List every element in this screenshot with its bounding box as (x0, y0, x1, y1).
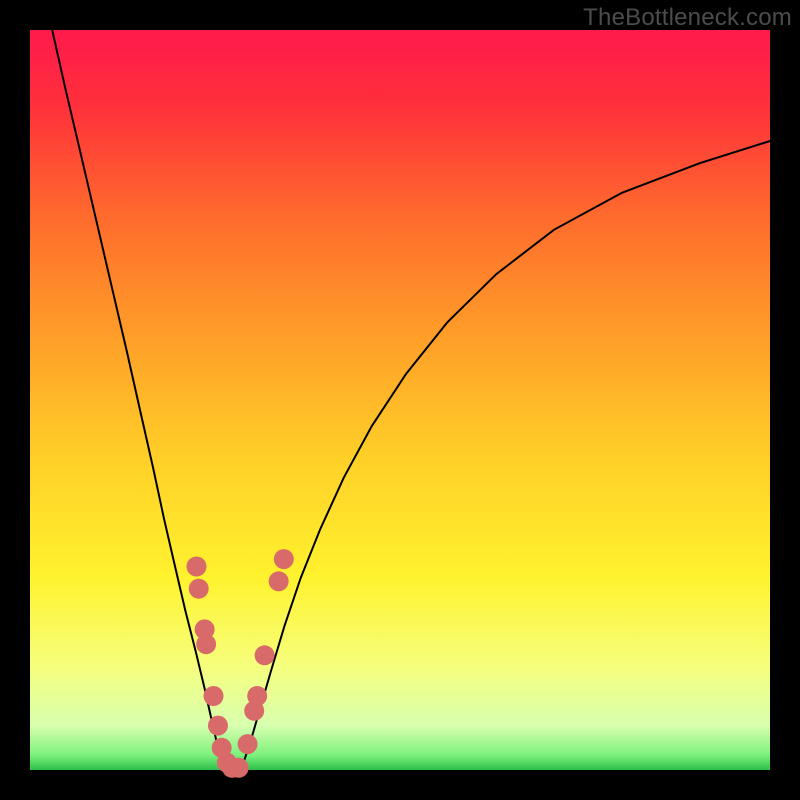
chart-frame: TheBottleneck.com (0, 0, 800, 800)
beads-left-point (208, 716, 228, 736)
beads-right-point (229, 758, 249, 778)
beads-right-point (274, 549, 294, 569)
beads-right-point (247, 686, 267, 706)
bottleneck-chart (30, 30, 770, 770)
beads-left-point (187, 557, 207, 577)
beads-right-point (269, 571, 289, 591)
watermark-text: TheBottleneck.com (583, 4, 792, 32)
beads-left-point (204, 686, 224, 706)
beads-right-point (255, 645, 275, 665)
beads-left-point (196, 634, 216, 654)
beads-left-point (189, 579, 209, 599)
beads-right-point (238, 734, 258, 754)
heat-background (30, 30, 770, 770)
